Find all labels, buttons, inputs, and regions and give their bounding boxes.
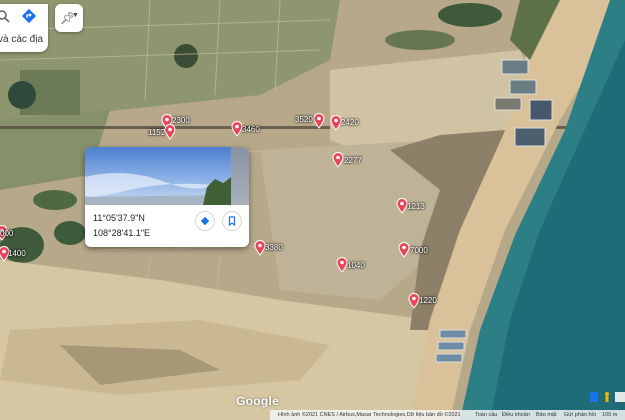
search-subtitle: và các địa bbox=[0, 34, 44, 45]
global-link[interactable]: Toàn cầu bbox=[475, 412, 497, 418]
map-marker-icon[interactable] bbox=[313, 113, 325, 129]
directions-icon bbox=[200, 216, 210, 226]
search-icon[interactable] bbox=[0, 9, 10, 23]
bookmark-icon bbox=[228, 216, 236, 226]
map-marker-label[interactable]: 2277 bbox=[344, 156, 362, 165]
map-marker-label[interactable]: 000 bbox=[0, 229, 13, 238]
imagery-credit: Hình ảnh ©2021 CNES / Airbus,Maxar Techn… bbox=[278, 412, 461, 418]
map-marker-label[interactable]: 1400 bbox=[8, 249, 26, 258]
longitude-text: 108°28'41.1"E bbox=[93, 228, 151, 238]
location-info-card[interactable]: 11°05'37.9"N 108°28'41.1"E bbox=[85, 147, 249, 247]
save-button[interactable] bbox=[222, 211, 242, 231]
satellite-map[interactable]: và các địa 📌︎ ▼ 2300 1152 3460 3520 2420 2277… bbox=[0, 0, 625, 420]
caret-down-icon: ▼ bbox=[72, 12, 79, 19]
map-controls[interactable] bbox=[590, 388, 625, 408]
directions-button[interactable] bbox=[195, 211, 215, 231]
layers-button[interactable]: 📌︎ ▼ bbox=[55, 4, 83, 32]
terms-link[interactable]: Điều khoản bbox=[502, 412, 530, 418]
pegman-body bbox=[605, 396, 609, 402]
feedback-link[interactable]: Gửi phản hồi bbox=[564, 412, 596, 418]
pegman-icon[interactable] bbox=[605, 392, 609, 396]
map-marker-label[interactable]: 1213 bbox=[407, 202, 425, 211]
map-marker-label[interactable]: 1040 bbox=[347, 261, 365, 270]
map-marker-icon[interactable] bbox=[164, 124, 176, 140]
latitude-text: 11°05'37.9"N bbox=[93, 213, 145, 223]
search-panel[interactable]: và các địa bbox=[0, 4, 48, 52]
map-marker-label[interactable]: 2420 bbox=[341, 118, 359, 127]
google-logo: Google bbox=[236, 394, 280, 408]
map-marker-icon[interactable] bbox=[398, 242, 410, 258]
map-marker-icon[interactable] bbox=[332, 152, 344, 168]
directions-icon[interactable] bbox=[21, 8, 37, 24]
privacy-link[interactable]: Bảo mật bbox=[536, 412, 556, 418]
map-footer: Hình ảnh ©2021 CNES / Airbus,Maxar Techn… bbox=[270, 410, 625, 420]
street-view-photo[interactable] bbox=[85, 147, 231, 205]
scale-label: 100 m bbox=[602, 412, 618, 418]
map-marker-label[interactable]: 3460 bbox=[242, 125, 260, 134]
map-marker-label[interactable]: 3380 bbox=[265, 243, 283, 252]
map-marker-label[interactable]: 3520 bbox=[295, 115, 313, 124]
photo-scene bbox=[85, 173, 231, 205]
photo-thumbnail[interactable] bbox=[231, 147, 249, 205]
map-marker-label[interactable]: 7000 bbox=[410, 246, 428, 255]
map-marker-label[interactable]: 1220 bbox=[419, 296, 437, 305]
imagery-toggle-icon[interactable] bbox=[590, 392, 598, 402]
map-marker-label[interactable]: 1152 bbox=[148, 128, 165, 137]
zoom-control[interactable] bbox=[615, 392, 625, 402]
